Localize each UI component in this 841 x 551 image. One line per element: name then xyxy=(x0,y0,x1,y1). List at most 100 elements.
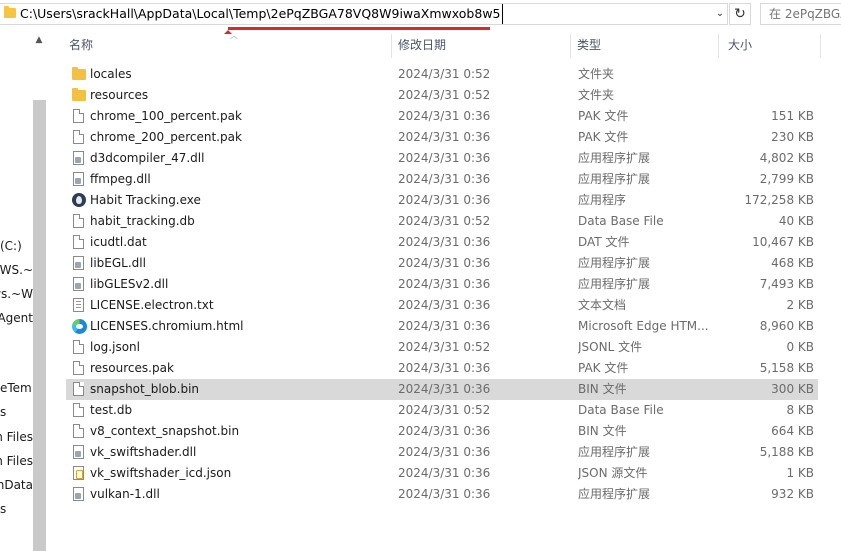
file-row[interactable]: vk_swiftshader.dll 2024/3/31 0:36 应用程序扩展 5,… xyxy=(66,442,818,463)
file-type: PAK 文件 xyxy=(578,361,629,375)
file-row[interactable]: locales 2024/3/31 0:52 文件夹 xyxy=(66,64,818,85)
file-date: 2024/3/31 0:36 xyxy=(398,172,491,186)
nav-item[interactable]: s xyxy=(0,499,33,519)
file-date: 2024/3/31 0:36 xyxy=(398,445,491,459)
file-row[interactable]: test.db 2024/3/31 0:52 Data Base File 8 KB xyxy=(66,400,818,421)
nav-item-label: (C:) xyxy=(0,239,22,253)
folder-icon xyxy=(4,6,16,18)
file-type: 文件夹 xyxy=(578,67,615,81)
dll-icon xyxy=(73,487,84,501)
file-name: resources xyxy=(90,88,149,102)
file-row[interactable]: snapshot_blob.bin 2024/3/31 0:36 BIN 文件 300… xyxy=(66,379,818,400)
address-path-input[interactable]: C:\Users\srackHall\AppData\Local\Temp\2e… xyxy=(20,4,503,24)
file-date: 2024/3/31 0:52 xyxy=(398,88,491,102)
file-row[interactable]: ffmpeg.dll 2024/3/31 0:36 应用程序扩展 2,799 KB xyxy=(66,169,818,190)
file-name: LICENSES.chromium.html xyxy=(90,319,244,333)
address-bar[interactable]: C:\Users\srackHall\AppData\Local\Temp\2e… xyxy=(0,3,728,25)
chevron-down-icon[interactable]: ⌄ xyxy=(712,4,728,24)
file-type: 应用程序扩展 xyxy=(578,487,651,501)
file-size: 151 KB xyxy=(771,109,814,123)
nav-item[interactable]: (C:) xyxy=(0,236,33,256)
file-date: 2024/3/31 0:36 xyxy=(398,151,491,165)
file-row[interactable]: resources 2024/3/31 0:52 文件夹 xyxy=(66,85,818,106)
file-icon xyxy=(73,109,84,123)
file-name: vulkan-1.dll xyxy=(90,487,160,501)
file-row[interactable]: Habit Tracking.exe 2024/3/31 0:36 应用程序 172,… xyxy=(66,190,818,211)
nav-item[interactable]: Agent xyxy=(0,308,33,328)
nav-scrollbar[interactable] xyxy=(33,100,46,551)
file-row[interactable]: libEGL.dll 2024/3/31 0:36 应用程序扩展 468 KB xyxy=(66,253,818,274)
file-row[interactable]: LICENSES.chromium.html 2024/3/31 0:36 Micr… xyxy=(66,316,818,337)
file-date: 2024/3/31 0:52 xyxy=(398,67,491,81)
file-name: Habit Tracking.exe xyxy=(90,193,201,207)
search-input[interactable] xyxy=(761,4,841,24)
file-size: 5,158 KB xyxy=(759,361,814,375)
file-row[interactable]: resources.pak 2024/3/31 0:36 PAK 文件 5,158 K… xyxy=(66,358,818,379)
file-date: 2024/3/31 0:52 xyxy=(398,340,491,354)
file-date: 2024/3/31 0:36 xyxy=(398,319,491,333)
nav-item[interactable]: n Files xyxy=(0,451,33,471)
file-icon xyxy=(73,424,84,438)
file-type: 应用程序扩展 xyxy=(578,172,651,186)
nav-item-label: nData xyxy=(0,478,33,492)
file-type: JSON 源文件 xyxy=(578,466,648,480)
nav-item-label: ws.~W xyxy=(0,287,33,301)
folder-icon xyxy=(72,67,86,80)
nav-item[interactable]: ws.~W xyxy=(0,284,33,304)
nav-item[interactable]: OWS.~ xyxy=(0,260,33,280)
navigation-pane: ▲ (C:) OWS.~ ws.~W Agent eTem s n Files n Files… xyxy=(0,30,48,551)
file-row[interactable]: vulkan-1.dll 2024/3/31 0:36 应用程序扩展 932 KB xyxy=(66,484,818,505)
column-type[interactable]: 类型 xyxy=(568,30,718,61)
nav-item-label: n Files xyxy=(0,430,33,444)
file-name: vk_swiftshader.dll xyxy=(90,445,197,459)
file-type: 应用程序扩展 xyxy=(578,151,651,165)
file-row[interactable]: chrome_100_percent.pak 2024/3/31 0:36 PAK … xyxy=(66,106,818,127)
file-icon xyxy=(73,403,84,417)
dll-icon xyxy=(73,445,84,459)
dll-icon xyxy=(73,151,84,165)
file-row[interactable]: v8_context_snapshot.bin 2024/3/31 0:36 BIN… xyxy=(66,421,818,442)
file-size: 2 KB xyxy=(786,298,814,312)
file-name: libEGL.dll xyxy=(90,256,146,270)
file-size xyxy=(718,64,814,85)
nav-item[interactable]: nData xyxy=(0,475,33,495)
file-row[interactable]: log.jsonl 2024/3/31 0:52 JSONL 文件 0 KB xyxy=(66,337,818,358)
file-row[interactable]: d3dcompiler_47.dll 2024/3/31 0:36 应用程序扩展 4,… xyxy=(66,148,818,169)
file-name: d3dcompiler_47.dll xyxy=(90,151,205,165)
file-type: Data Base File xyxy=(578,214,664,228)
file-row[interactable]: LICENSE.electron.txt 2024/3/31 0:36 文本文档 2 … xyxy=(66,295,818,316)
exe-icon xyxy=(72,193,86,207)
file-list: ︿ 名称 修改日期 类型 大小 locales 2024/3/31 0:52 文件夹… xyxy=(60,30,841,551)
file-type: 应用程序扩展 xyxy=(578,445,651,459)
file-name: libGLESv2.dll xyxy=(90,277,169,291)
address-toolbar: C:\Users\srackHall\AppData\Local\Temp\2e… xyxy=(0,0,841,34)
nav-item-label: eTem xyxy=(0,381,32,395)
refresh-button[interactable]: ↻ xyxy=(729,3,751,25)
file-row[interactable]: chrome_200_percent.pak 2024/3/31 0:36 PAK … xyxy=(66,127,818,148)
file-date: 2024/3/31 0:36 xyxy=(398,361,491,375)
file-row[interactable]: icudtl.dat 2024/3/31 0:36 DAT 文件 10,467 KB xyxy=(66,232,818,253)
file-row[interactable]: vk_swiftshader_icd.json 2024/3/31 0:36 JSO… xyxy=(66,463,818,484)
scroll-up-arrow-icon[interactable]: ▲ xyxy=(33,34,45,46)
column-date[interactable]: 修改日期 xyxy=(389,30,569,61)
file-name: resources.pak xyxy=(90,361,174,375)
file-row[interactable]: habit_tracking.db 2024/3/31 0:52 Data Base… xyxy=(66,211,818,232)
column-name[interactable]: 名称 xyxy=(60,30,392,61)
column-size[interactable]: 大小 xyxy=(719,30,819,61)
nav-item[interactable]: s xyxy=(0,402,33,422)
nav-item[interactable]: eTem xyxy=(0,378,33,398)
file-size: 40 KB xyxy=(778,214,814,228)
file-size: 932 KB xyxy=(771,487,814,501)
file-row[interactable]: libGLESv2.dll 2024/3/31 0:36 应用程序扩展 7,493 K… xyxy=(66,274,818,295)
nav-item[interactable]: n Files xyxy=(0,427,33,447)
file-name: chrome_200_percent.pak xyxy=(90,130,242,144)
dll-icon xyxy=(73,256,84,270)
search-box[interactable] xyxy=(760,3,841,25)
column-divider[interactable] xyxy=(820,34,821,58)
edge-icon xyxy=(72,319,87,334)
file-size: 0 KB xyxy=(786,340,814,354)
file-size: 5,188 KB xyxy=(759,445,814,459)
file-type: Microsoft Edge HTM... xyxy=(578,319,709,333)
file-type: 文件夹 xyxy=(578,88,615,102)
text-file-icon xyxy=(73,298,84,312)
